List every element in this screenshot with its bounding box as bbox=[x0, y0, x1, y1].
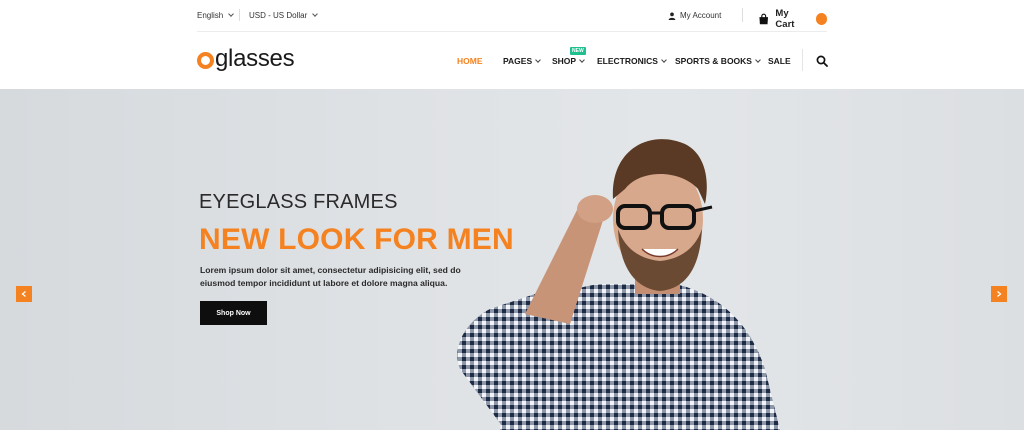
chevron-down-icon bbox=[661, 56, 667, 63]
logo-o-mark bbox=[197, 52, 214, 69]
nav-label: HOME bbox=[457, 56, 483, 66]
my-cart-label: My Cart bbox=[775, 8, 795, 30]
my-account-link[interactable]: My Account bbox=[668, 11, 721, 20]
language-label: English bbox=[197, 11, 224, 20]
currency-selector[interactable]: USD - US Dollar bbox=[249, 11, 319, 20]
main-header: glasses HOME PAGES SHOP ELECTRONICS SPOR… bbox=[0, 33, 1024, 89]
shopping-bag-icon bbox=[759, 13, 768, 25]
hero-description-line: eiusmod tempor incididunt ut labore et d… bbox=[200, 278, 448, 288]
nav-label: SPORTS & BOOKS bbox=[675, 56, 752, 66]
divider bbox=[802, 49, 803, 71]
chevron-down-icon bbox=[579, 56, 585, 63]
nav-label: SHOP bbox=[552, 56, 577, 66]
divider bbox=[742, 8, 743, 22]
hero-description-line: Lorem ipsum dolor sit amet, consectetur … bbox=[200, 265, 461, 275]
my-account-label: My Account bbox=[680, 11, 722, 20]
user-icon bbox=[668, 12, 676, 20]
hero-description: Lorem ipsum dolor sit amet, consectetur … bbox=[200, 264, 500, 290]
top-bar: English USD - US Dollar My Account My Ca… bbox=[0, 0, 1024, 32]
nav-shop[interactable]: SHOP bbox=[552, 56, 585, 66]
hero-slider: EYEGLASS FRAMES NEW LOOK FOR MEN Lorem i… bbox=[0, 89, 1024, 430]
nav-label: PAGES bbox=[503, 56, 533, 66]
chevron-down-icon bbox=[535, 56, 541, 63]
slider-prev-button[interactable] bbox=[16, 286, 32, 302]
search-icon[interactable] bbox=[816, 55, 828, 67]
nav-home[interactable]: HOME bbox=[457, 56, 483, 66]
cart-count-badge bbox=[815, 13, 827, 25]
logo-text: glasses bbox=[215, 45, 295, 72]
chevron-down-icon bbox=[312, 11, 319, 17]
nav-sale[interactable]: SALE bbox=[768, 56, 791, 66]
nav-pages[interactable]: PAGES bbox=[503, 56, 541, 66]
new-badge: NEW bbox=[570, 47, 586, 55]
nav-label: ELECTRONICS bbox=[597, 56, 658, 66]
my-cart-button[interactable]: My Cart bbox=[758, 8, 827, 30]
slider-next-button[interactable] bbox=[991, 286, 1007, 302]
chevron-right-icon bbox=[997, 291, 1002, 297]
language-selector[interactable]: English bbox=[197, 11, 235, 20]
shop-now-button[interactable]: Shop Now bbox=[200, 301, 267, 325]
hero-title: NEW LOOK FOR MEN bbox=[199, 223, 514, 256]
nav-sports-books[interactable]: SPORTS & BOOKS bbox=[675, 56, 761, 66]
nav-electronics[interactable]: ELECTRONICS bbox=[597, 56, 667, 66]
hero-subtitle: EYEGLASS FRAMES bbox=[199, 191, 398, 213]
site-logo[interactable]: glasses bbox=[197, 45, 295, 72]
nav-label: SALE bbox=[768, 56, 791, 66]
chevron-down-icon bbox=[228, 11, 235, 17]
currency-label: USD - US Dollar bbox=[249, 11, 308, 20]
chevron-left-icon bbox=[21, 291, 26, 297]
divider bbox=[239, 9, 240, 21]
chevron-down-icon bbox=[755, 56, 761, 63]
